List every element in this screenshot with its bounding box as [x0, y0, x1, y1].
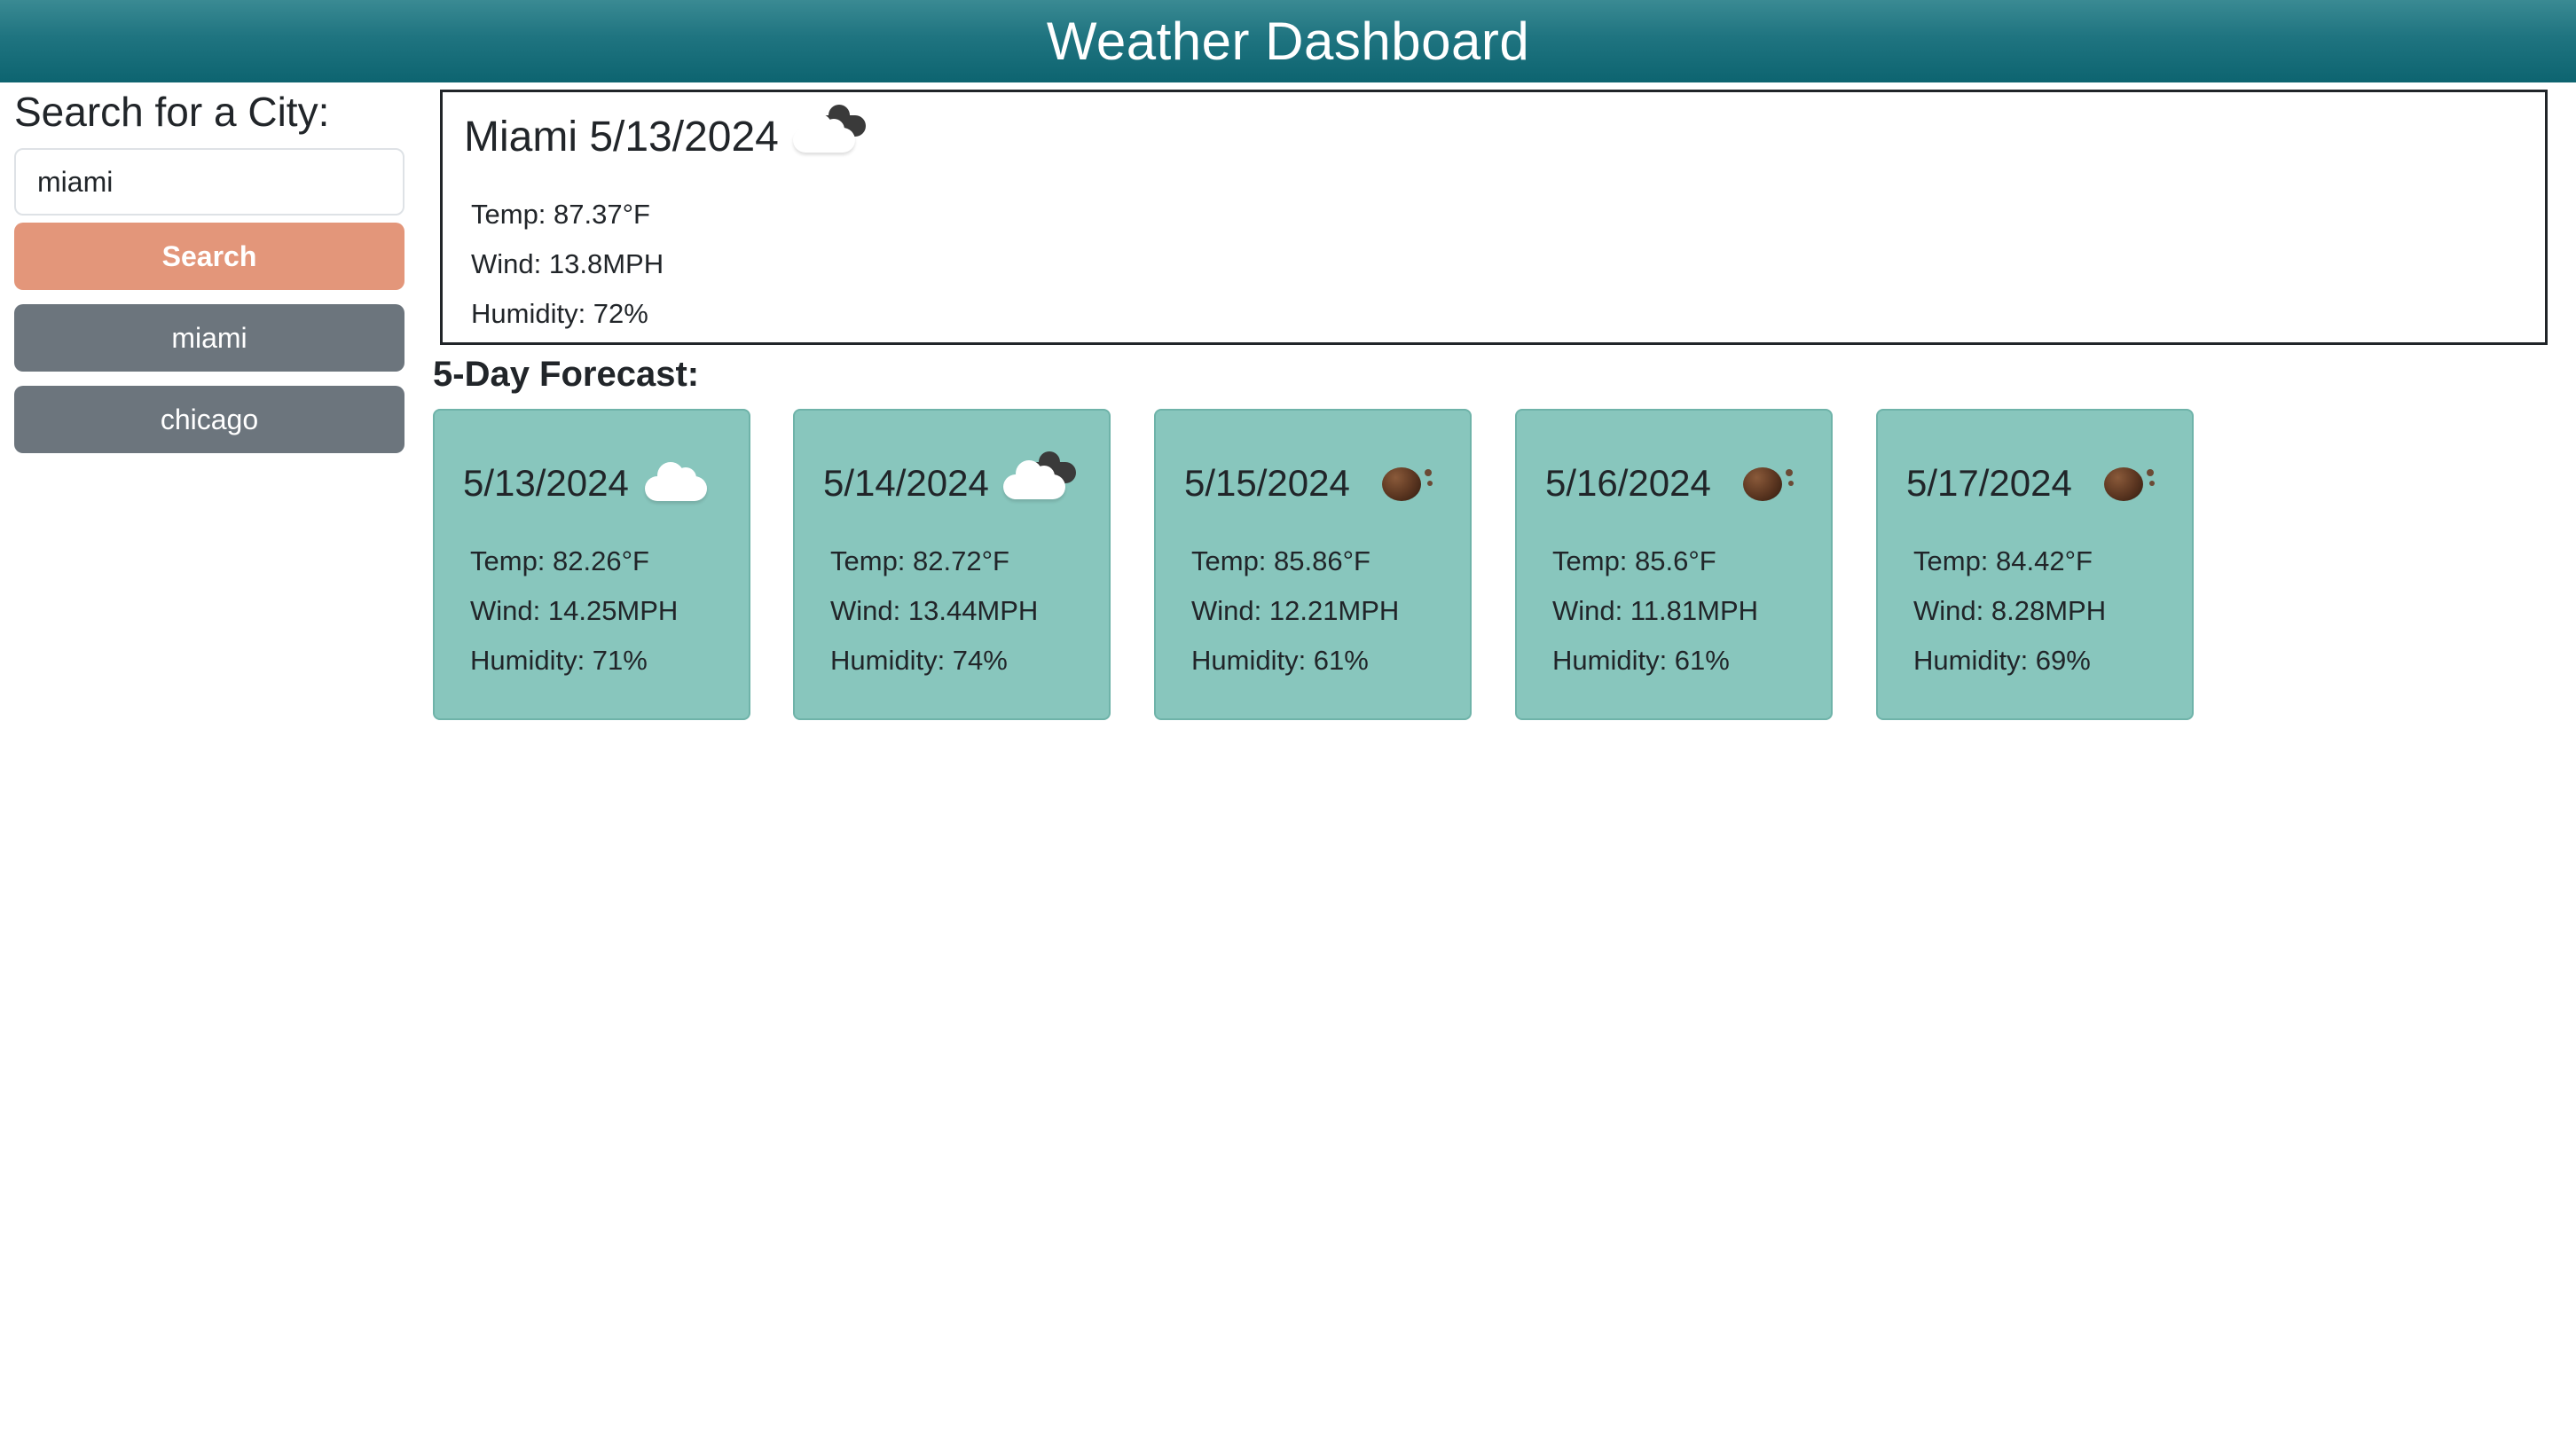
- forecast-wind: Wind: 8.28MPH: [1913, 595, 2107, 626]
- forecast-temp: Temp: 85.6°F: [1552, 545, 1716, 576]
- forecast-wind: Wind: 13.44MPH: [830, 595, 1039, 626]
- history-button-chicago[interactable]: chicago: [14, 386, 404, 453]
- forecast-temp: Temp: 84.42°F: [1913, 545, 2093, 576]
- clear-icon: [1361, 458, 1442, 508]
- forecast-heading: 5-Day Forecast:: [433, 355, 700, 394]
- search-button[interactable]: Search: [14, 223, 404, 290]
- forecast-date: 5/14/2024: [823, 462, 989, 504]
- forecast-humidity: Humidity: 61%: [1552, 645, 1730, 676]
- forecast-date: 5/17/2024: [1906, 462, 2072, 504]
- current-weather-panel: Miami 5/13/2024 Temp: 87.37°F Wind: 13.8…: [440, 90, 2548, 345]
- partly-cloudy-icon: [1000, 451, 1081, 508]
- forecast-date-row: 5/17/2024: [1906, 457, 2164, 510]
- current-wind: Wind: 13.8MPH: [471, 248, 664, 279]
- forecast-date-row: 5/16/2024: [1545, 457, 1803, 510]
- partly-cloudy-icon: [789, 105, 871, 161]
- forecast-date-row: 5/14/2024: [823, 451, 1081, 510]
- forecast-humidity: Humidity: 74%: [830, 645, 1008, 676]
- search-sidebar: Search for a City: Search miami chicago: [14, 82, 404, 453]
- forecast-temp: Temp: 82.72°F: [830, 545, 1009, 576]
- forecast-wind: Wind: 11.81MPH: [1552, 595, 1759, 626]
- history-button-miami[interactable]: miami: [14, 304, 404, 372]
- forecast-date: 5/16/2024: [1545, 462, 1711, 504]
- forecast-card: 5/16/2024 Temp: 85.6°F Wind: 11.81MPH Hu…: [1515, 409, 1833, 720]
- forecast-wind: Wind: 14.25MPH: [470, 595, 679, 626]
- forecast-humidity: Humidity: 61%: [1191, 645, 1369, 676]
- city-search-input[interactable]: [14, 148, 404, 216]
- forecast-card: 5/14/2024 Temp: 82.72°F Wind: 13.44MPH H…: [793, 409, 1111, 720]
- app-header: Weather Dashboard: [0, 0, 2576, 82]
- forecast-date: 5/13/2024: [463, 462, 629, 504]
- current-temp: Temp: 87.37°F: [471, 199, 650, 230]
- forecast-humidity: Humidity: 71%: [470, 645, 648, 676]
- current-humidity: Humidity: 72%: [471, 298, 648, 329]
- forecast-card: 5/13/2024 Temp: 82.26°F Wind: 14.25MPH H…: [433, 409, 750, 720]
- forecast-date-row: 5/13/2024: [463, 457, 721, 510]
- forecast-card: 5/15/2024 Temp: 85.86°F Wind: 12.21MPH H…: [1154, 409, 1472, 720]
- cloud-icon: [640, 458, 721, 508]
- forecast-wind: Wind: 12.21MPH: [1191, 595, 1400, 626]
- forecast-card: 5/17/2024 Temp: 84.42°F Wind: 8.28MPH Hu…: [1876, 409, 2194, 720]
- search-heading: Search for a City:: [14, 89, 330, 135]
- clear-icon: [1722, 458, 1803, 508]
- current-city-date: Miami 5/13/2024: [464, 113, 779, 161]
- forecast-humidity: Humidity: 69%: [1913, 645, 2091, 676]
- page-title: Weather Dashboard: [1046, 12, 1530, 71]
- forecast-temp: Temp: 82.26°F: [470, 545, 649, 576]
- forecast-date: 5/15/2024: [1184, 462, 1350, 504]
- forecast-date-row: 5/15/2024: [1184, 457, 1442, 510]
- clear-icon: [2083, 458, 2164, 508]
- forecast-temp: Temp: 85.86°F: [1191, 545, 1370, 576]
- current-weather-title: Miami 5/13/2024: [464, 105, 871, 165]
